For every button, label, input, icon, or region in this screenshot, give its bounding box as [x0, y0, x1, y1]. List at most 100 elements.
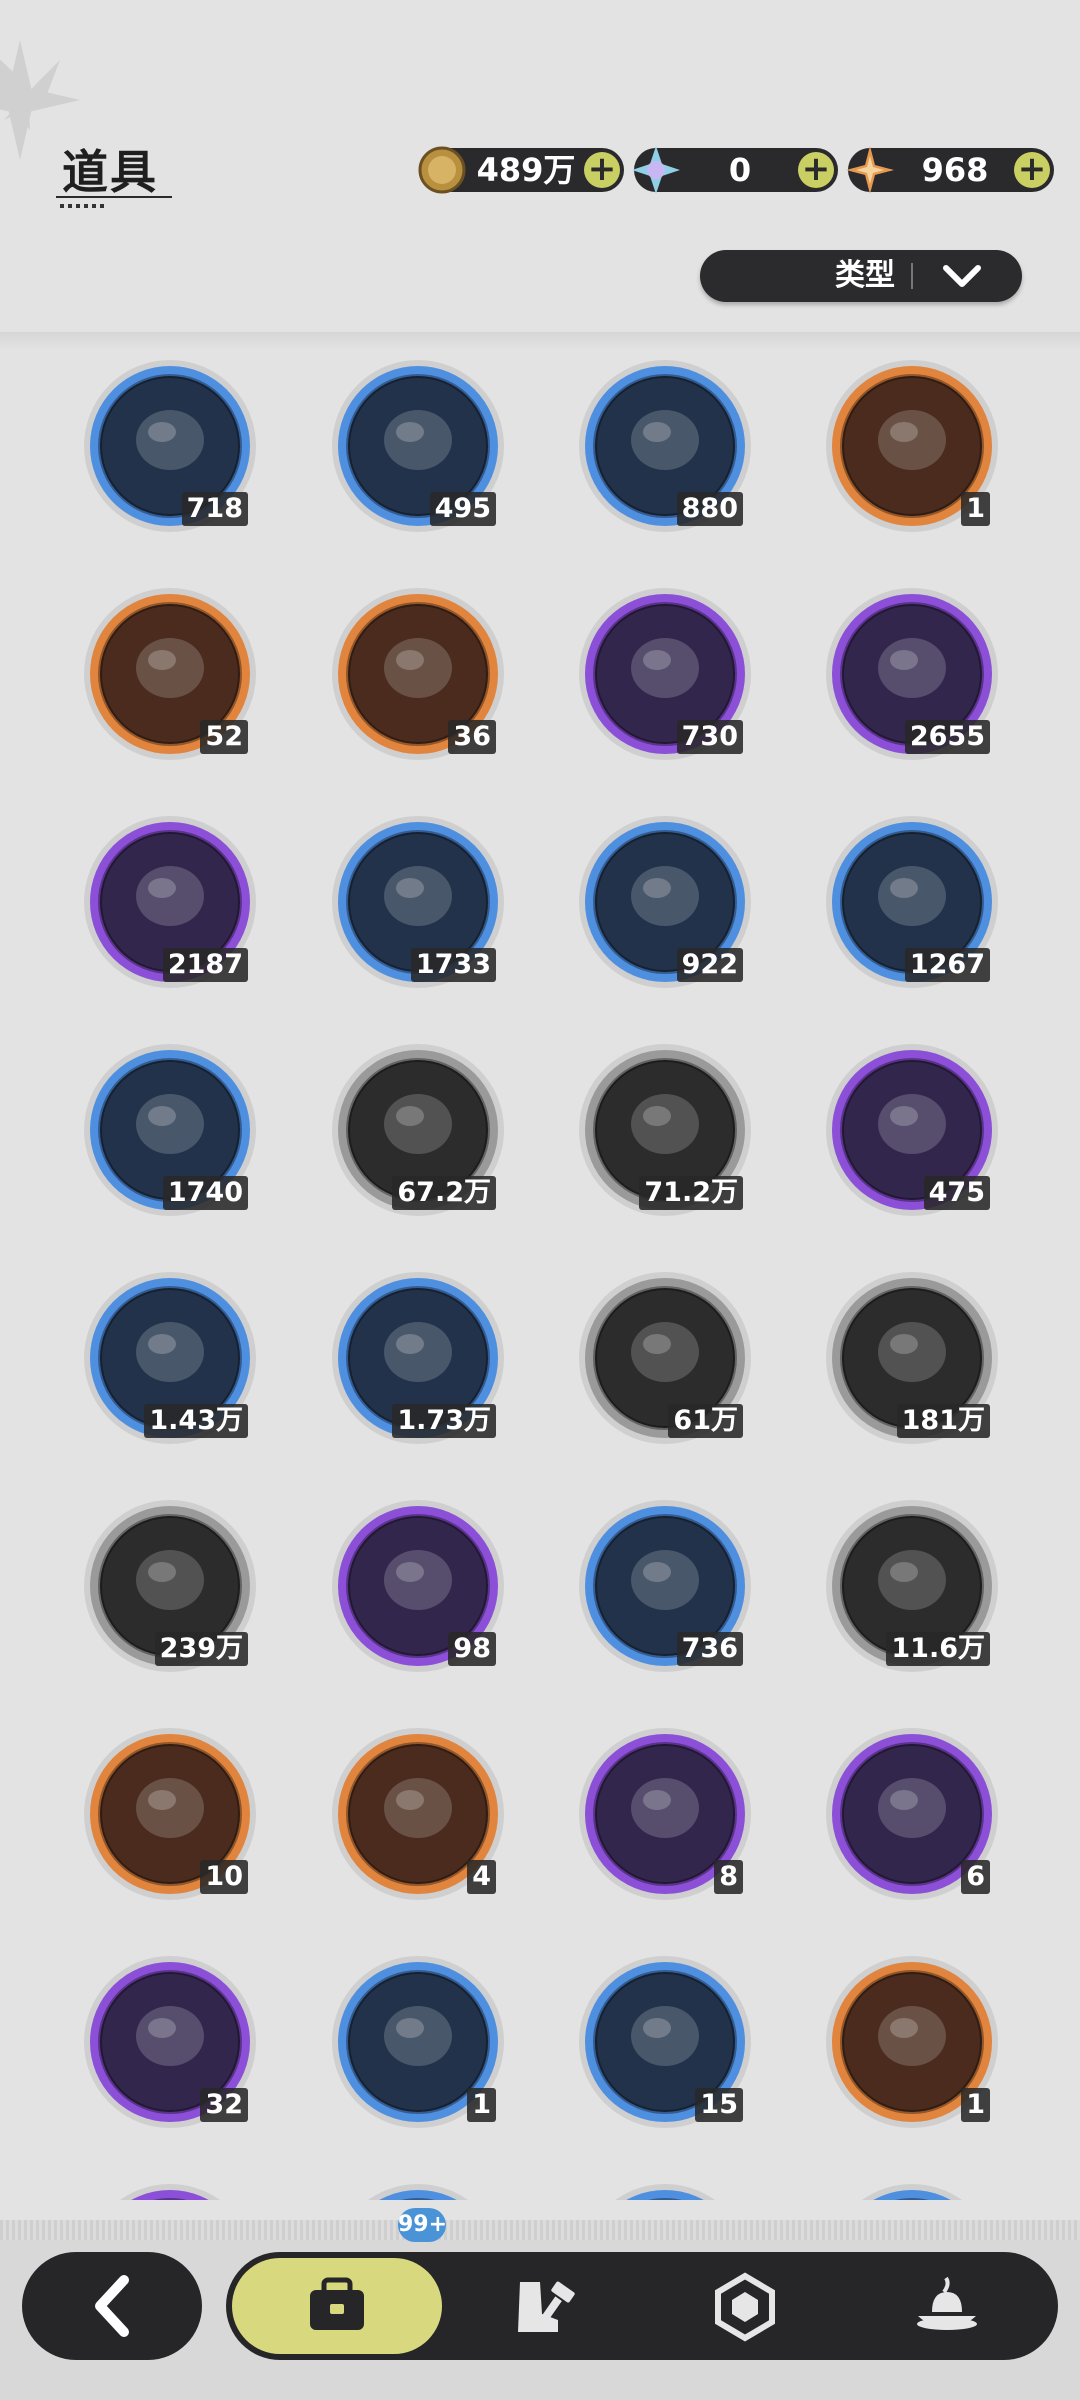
- currency-gold-value: 489万: [476, 151, 576, 189]
- type-filter-label: 类型: [835, 258, 895, 293]
- item-count: 1267: [904, 948, 990, 982]
- inventory-item[interactable]: [577, 2182, 753, 2200]
- currency-stargem-value: 968: [921, 151, 989, 189]
- type-filter-dropdown[interactable]: 类型: [700, 250, 1022, 302]
- inventory-item[interactable]: 1: [824, 1954, 1000, 2130]
- currency-crystal: 0 +: [632, 146, 838, 194]
- inventory-item[interactable]: 67.2万: [330, 1042, 506, 1218]
- title-dots: [60, 204, 106, 208]
- add-gold-button[interactable]: +: [584, 152, 620, 188]
- item-count: 2187: [162, 948, 248, 982]
- inventory-item[interactable]: 52: [82, 586, 258, 762]
- currency-crystal-value: 0: [728, 151, 752, 189]
- tab-equipment[interactable]: [496, 2262, 586, 2352]
- inventory-item[interactable]: 1740: [82, 1042, 258, 1218]
- item-count: 730: [676, 720, 743, 754]
- item-count: 1740: [162, 1176, 248, 1210]
- inventory-item[interactable]: 181万: [824, 1270, 1000, 1446]
- inventory-item[interactable]: 71.2万: [577, 1042, 753, 1218]
- item-count: 1.73万: [392, 1404, 496, 1438]
- item-count: 922: [676, 948, 743, 982]
- item-count: 1: [961, 492, 990, 526]
- gold-coin-icon: [418, 146, 466, 194]
- inventory-item[interactable]: [82, 2182, 258, 2200]
- item-count: 880: [676, 492, 743, 526]
- inventory-item[interactable]: 730: [577, 586, 753, 762]
- inventory-item[interactable]: 1267: [824, 814, 1000, 990]
- inventory-item[interactable]: 1: [824, 358, 1000, 534]
- item-count: 475: [923, 1176, 990, 1210]
- inventory-item[interactable]: 475: [824, 1042, 1000, 1218]
- inventory-item[interactable]: 2187: [82, 814, 258, 990]
- bag-icon: [310, 2277, 364, 2330]
- item-count: 71.2万: [639, 1176, 743, 1210]
- item-count: 495: [429, 492, 496, 526]
- inventory-item[interactable]: [330, 2182, 506, 2200]
- item-count: 11.6万: [886, 1632, 990, 1666]
- item-count: 1: [467, 2088, 496, 2122]
- inventory-item[interactable]: 11.6万: [824, 1498, 1000, 1674]
- item-count: 98: [448, 1632, 496, 1666]
- inventory-item[interactable]: 718: [82, 358, 258, 534]
- inventory-item[interactable]: [824, 2182, 1000, 2200]
- inventory-item[interactable]: 1.73万: [330, 1270, 506, 1446]
- inventory-item[interactable]: 6: [824, 1726, 1000, 1902]
- item-count: 718: [181, 492, 248, 526]
- hexagon-icon: [715, 2272, 775, 2342]
- inventory-item[interactable]: 32: [82, 1954, 258, 2130]
- item-count: 239万: [154, 1632, 248, 1666]
- inventory-item[interactable]: 10: [82, 1726, 258, 1902]
- tab-crystal[interactable]: [700, 2262, 790, 2352]
- item-count: 2655: [904, 720, 990, 754]
- item-count: 52: [200, 720, 248, 754]
- inventory-item[interactable]: 922: [577, 814, 753, 990]
- inventory-item[interactable]: 880: [577, 358, 753, 534]
- back-button[interactable]: [22, 2252, 202, 2360]
- inventory-item[interactable]: 61万: [577, 1270, 753, 1446]
- item-count: 4: [467, 1860, 496, 1894]
- item-count: 6: [961, 1860, 990, 1894]
- item-count: 61万: [668, 1404, 743, 1438]
- item-icon: [862, 2184, 962, 2200]
- tab-food[interactable]: [902, 2262, 992, 2352]
- item-grid: 718 495 880 1 52 36 730 2655 2187 1733 922 1267 1740…: [0, 350, 1080, 2200]
- bottom-pattern: [0, 2220, 1080, 2240]
- chevron-down-icon: [943, 265, 981, 287]
- item-count: 736: [676, 1632, 743, 1666]
- inventory-item[interactable]: 4: [330, 1726, 506, 1902]
- crystal-icon: [632, 146, 680, 194]
- item-count: 1: [961, 2088, 990, 2122]
- tab-bag[interactable]: [232, 2258, 442, 2354]
- item-count: 15: [695, 2088, 743, 2122]
- inventory-item[interactable]: 2655: [824, 586, 1000, 762]
- inventory-item[interactable]: 36: [330, 586, 506, 762]
- inventory-item[interactable]: 8: [577, 1726, 753, 1902]
- add-crystal-button[interactable]: +: [798, 152, 834, 188]
- list-top-shadow: [0, 332, 1080, 350]
- item-count: 8: [714, 1860, 743, 1894]
- item-count: 181万: [896, 1404, 990, 1438]
- inventory-item[interactable]: 15: [577, 1954, 753, 2130]
- inventory-item[interactable]: 736: [577, 1498, 753, 1674]
- boot-hammer-icon: [518, 2281, 575, 2332]
- title-underline: [56, 196, 172, 198]
- item-count: 1.43万: [144, 1404, 248, 1438]
- add-stargem-button[interactable]: +: [1014, 152, 1050, 188]
- item-count: 36: [448, 720, 496, 754]
- item-icon: [120, 2184, 220, 2200]
- item-count: 32: [200, 2088, 248, 2122]
- inventory-item[interactable]: 239万: [82, 1498, 258, 1674]
- inventory-item[interactable]: 98: [330, 1498, 506, 1674]
- inventory-item[interactable]: 1: [330, 1954, 506, 2130]
- inventory-item[interactable]: 495: [330, 358, 506, 534]
- currency-gold: 489万 +: [418, 146, 624, 194]
- item-icon: [368, 2184, 468, 2200]
- inventory-item[interactable]: 1.43万: [82, 1270, 258, 1446]
- item-count: 1733: [410, 948, 496, 982]
- item-count: 67.2万: [392, 1176, 496, 1210]
- item-icon: [615, 2184, 715, 2200]
- item-count: 10: [200, 1860, 248, 1894]
- inventory-item[interactable]: 1733: [330, 814, 506, 990]
- star-gem-icon: [846, 146, 894, 194]
- notification-badge: 99+: [398, 2208, 447, 2242]
